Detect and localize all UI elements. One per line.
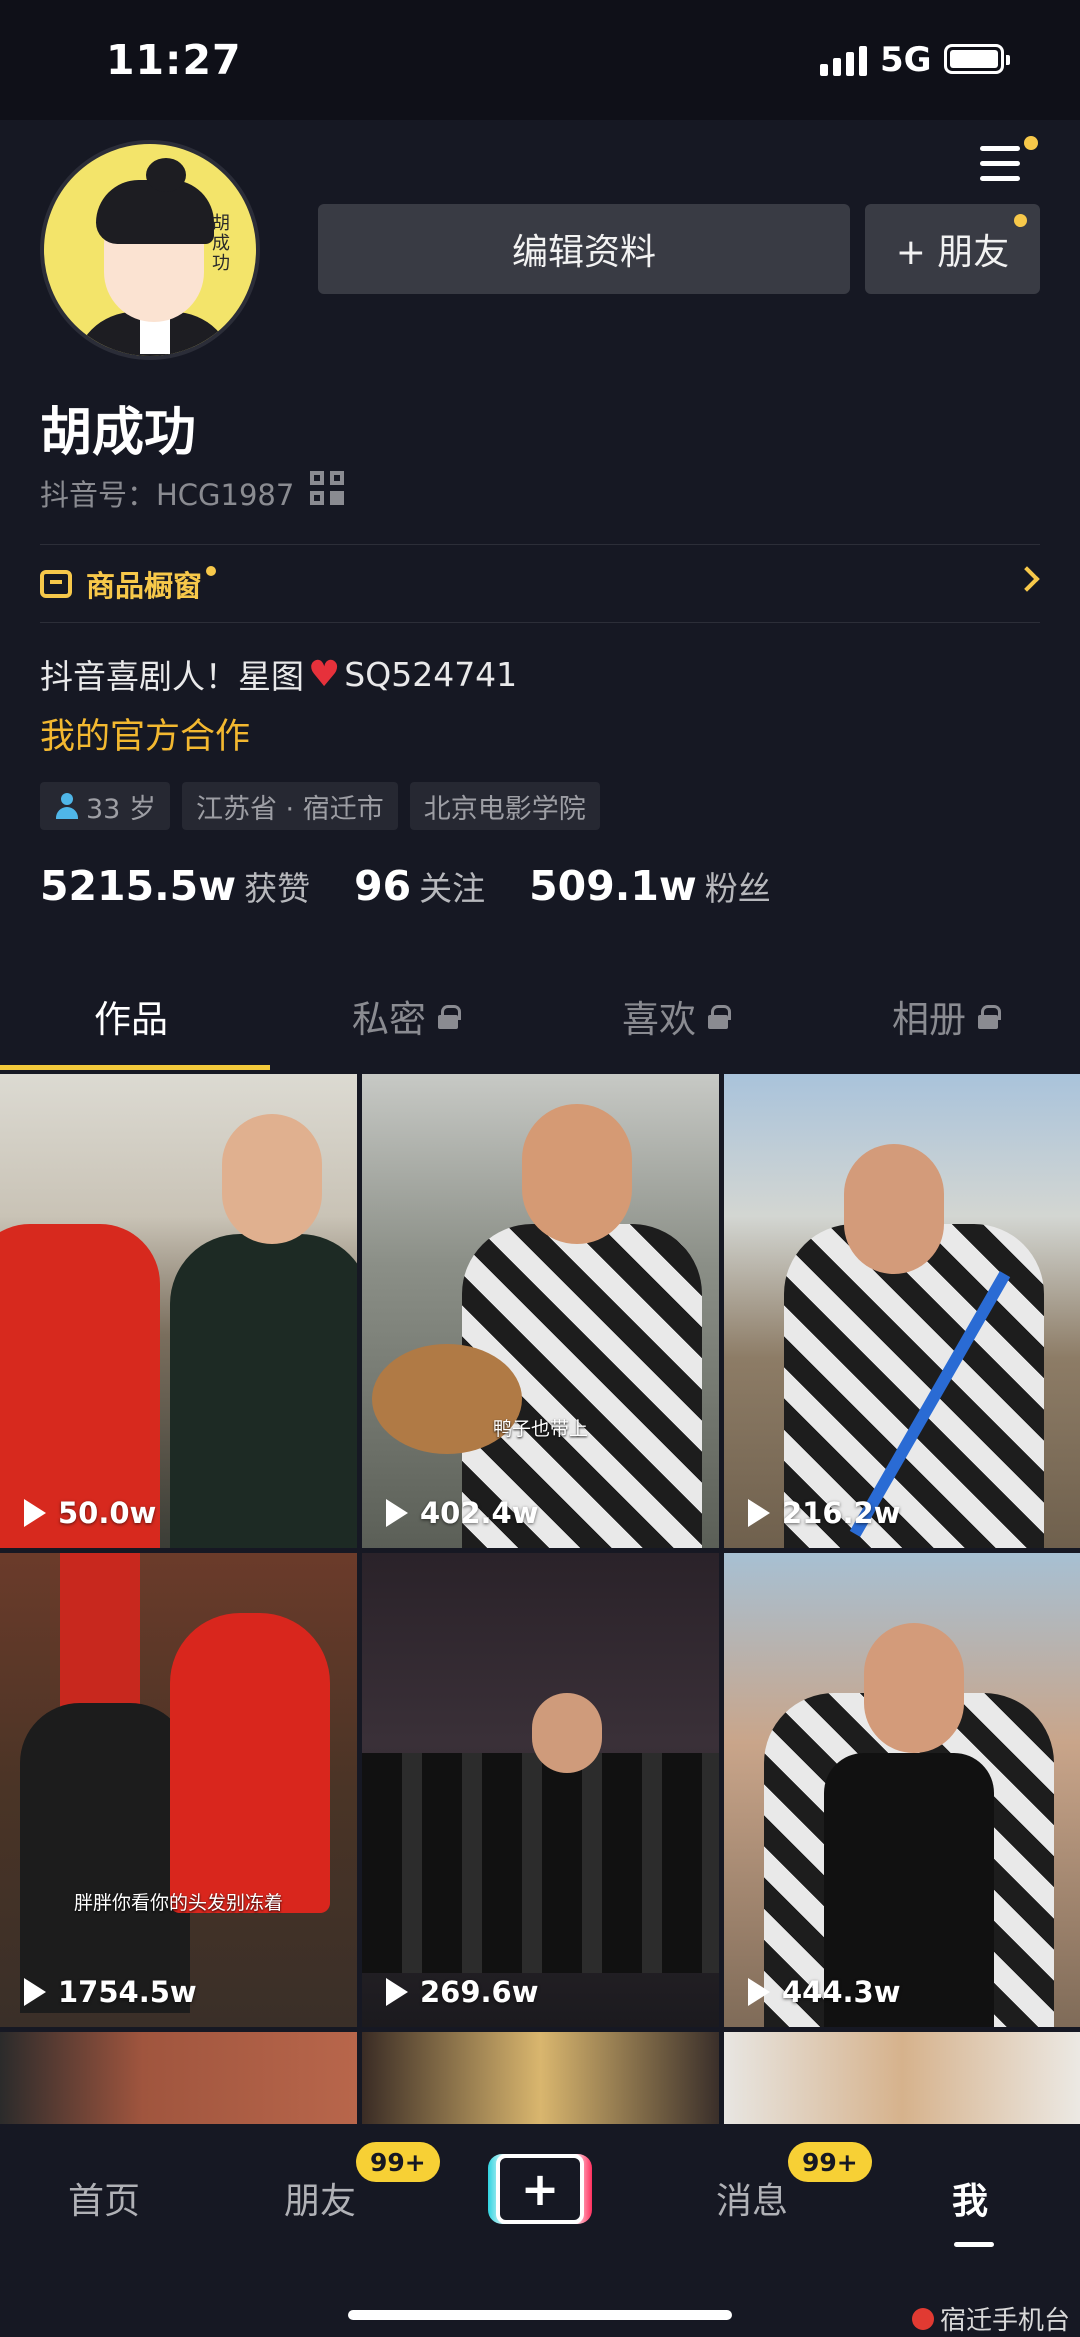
watermark: 宿迁手机台 [912, 2300, 1070, 2337]
chevron-right-icon [1014, 566, 1040, 592]
create-button[interactable]: + [488, 2154, 592, 2224]
lock-icon [978, 1005, 1001, 1029]
bio-text: 抖音喜剧人！星图 [40, 657, 304, 696]
nav-me[interactable]: 我 [952, 2172, 988, 2224]
view-count: 1754.5w [24, 1975, 197, 2009]
video-thumbnail[interactable]: 50.0w [0, 1074, 357, 1548]
video-thumbnail[interactable]: 胖胖你看你的头发别冻着 1754.5w [0, 1553, 357, 2027]
bio: 抖音喜剧人！星图 ♥ SQ524741 [40, 650, 517, 698]
avatar-signature-art: 胡成功 [212, 213, 230, 274]
nav-home[interactable]: 首页 [68, 2172, 140, 2224]
home-indicator[interactable] [348, 2310, 732, 2320]
divider [40, 622, 1040, 623]
shop-label: 商品橱窗 [86, 569, 203, 603]
status-bar: 11:27 5G [0, 0, 1080, 120]
play-icon [748, 1499, 770, 1527]
video-caption: 鸭子也带上 [492, 1418, 588, 1440]
location-tag: 江苏省 · 宿迁市 [181, 782, 398, 830]
play-icon [24, 1978, 46, 2006]
video-caption: 胖胖你看你的头发别冻着 [73, 1892, 283, 1914]
heart-emoji: ♥ [308, 653, 341, 695]
video-thumbnail[interactable] [0, 2032, 357, 2124]
play-icon [386, 1499, 408, 1527]
nav-friends[interactable]: 朋友 [284, 2172, 356, 2224]
likes-count: 5215.5w [40, 862, 237, 910]
menu-notification-dot [1024, 136, 1038, 150]
person-icon [54, 793, 80, 819]
view-count: 50.0w [24, 1496, 156, 1530]
bio-code: SQ524741 [344, 654, 518, 694]
video-thumbnail[interactable]: 鸭子也带上 402.4w [362, 1074, 719, 1548]
active-tab-indicator [954, 2242, 994, 2247]
likes-label: 获赞 [244, 869, 311, 908]
age-tag: 33 岁 [40, 782, 170, 830]
view-count: 402.4w [386, 1496, 539, 1530]
followers-label[interactable]: 粉丝 [705, 862, 771, 910]
profile-stats: 5215.5w 获赞 96 关注 509.1w 粉丝 [40, 862, 815, 910]
tab-private[interactable]: 私密 [270, 960, 540, 1072]
product-showcase-row[interactable]: 商品橱窗 [40, 546, 1040, 622]
status-time: 11:27 [106, 36, 242, 84]
video-thumbnail[interactable]: 216.2w [724, 1074, 1080, 1548]
play-icon [748, 1978, 770, 2006]
watermark-logo-icon [912, 2307, 934, 2330]
avatar[interactable]: 胡成功 [40, 140, 260, 360]
nickname: 胡成功 [40, 403, 197, 463]
view-count: 216.2w [748, 1496, 901, 1530]
lock-icon [438, 1005, 461, 1029]
lock-icon [708, 1005, 731, 1029]
friend-notification-dot [1014, 214, 1027, 227]
view-count: 269.6w [386, 1975, 539, 2009]
divider [40, 544, 1040, 545]
play-icon [24, 1499, 46, 1527]
school-tag: 北京电影学院 [409, 782, 600, 830]
signal-icon [820, 46, 868, 76]
qr-code-icon[interactable] [310, 471, 348, 509]
network-type: 5G [880, 40, 932, 80]
following-label[interactable]: 关注 [419, 862, 485, 910]
video-thumbnail[interactable]: 269.6w [362, 1553, 719, 2027]
video-thumbnail[interactable] [724, 2032, 1080, 2124]
douyin-id: 抖音号：HCG1987 [40, 478, 295, 512]
shop-icon [40, 570, 72, 598]
video-thumbnail[interactable] [362, 2032, 719, 2124]
battery-icon [944, 44, 1010, 74]
tab-likes[interactable]: 喜欢 [540, 960, 810, 1072]
plus-icon: + [496, 2154, 584, 2224]
shop-notification-dot [206, 566, 217, 576]
video-thumbnail[interactable]: 444.3w [724, 1553, 1080, 2027]
edit-profile-button[interactable]: 编辑资料 [318, 204, 850, 294]
followers-count[interactable]: 509.1w [529, 862, 697, 910]
tab-album[interactable]: 相册 [810, 960, 1080, 1072]
messages-badge: 99+ [788, 2142, 872, 2182]
profile-tags: 33 岁 江苏省 · 宿迁市 北京电影学院 [40, 782, 600, 830]
menu-icon[interactable] [980, 146, 1020, 182]
official-cooperation-link[interactable]: 我的官方合作 [40, 708, 250, 759]
nav-messages[interactable]: 消息 [716, 2172, 788, 2224]
friends-badge: 99+ [356, 2142, 440, 2182]
tab-works[interactable]: 作品 [0, 960, 270, 1072]
content-tabs: 作品 私密 喜欢 相册 [0, 960, 1080, 1072]
play-icon [386, 1978, 408, 2006]
following-count[interactable]: 96 [354, 862, 411, 910]
view-count: 444.3w [748, 1975, 901, 2009]
